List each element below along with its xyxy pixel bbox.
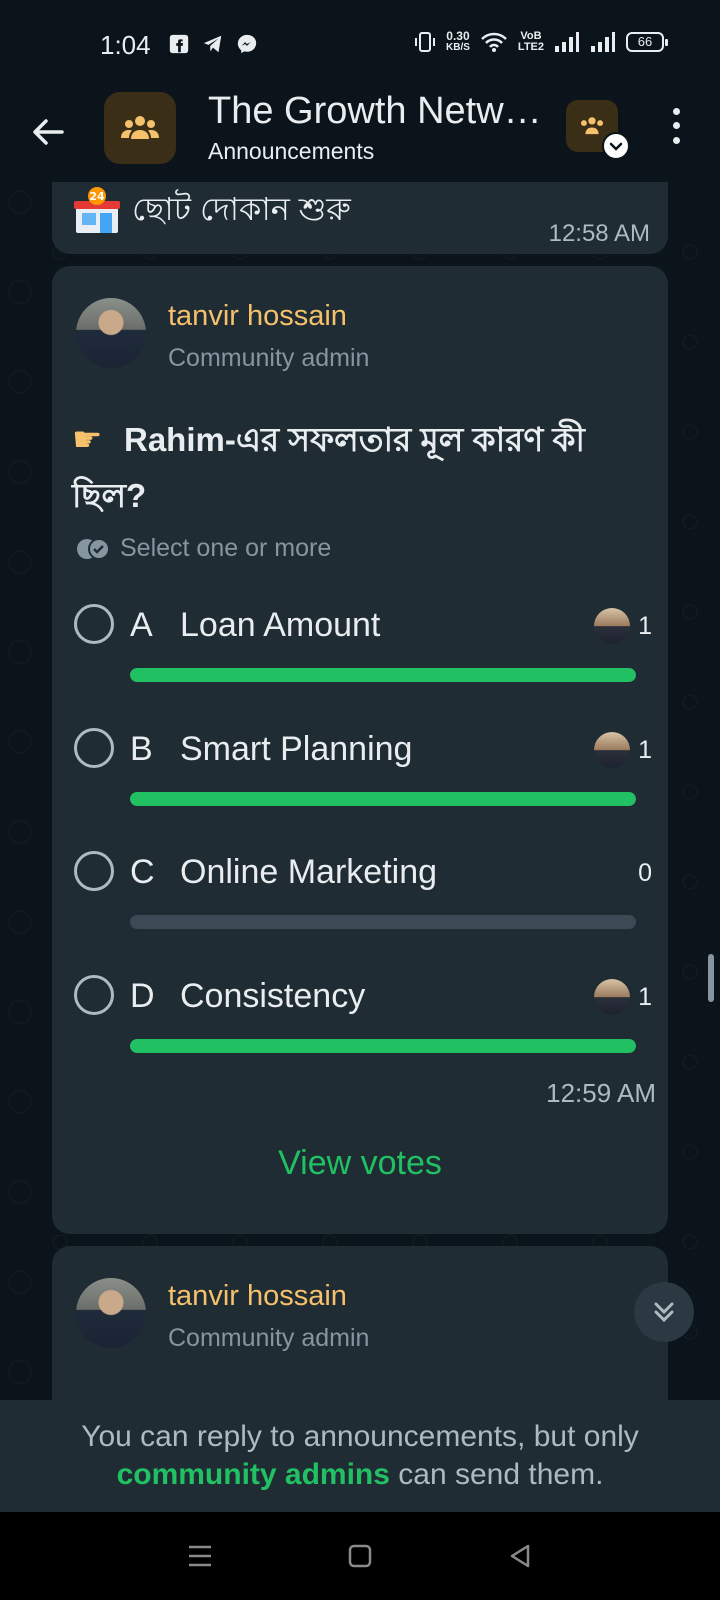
back-nav-button[interactable]: [498, 1534, 542, 1578]
option-label: Consistency: [180, 977, 366, 1015]
community-button[interactable]: [566, 100, 630, 160]
scrollbar-thumb[interactable]: [708, 954, 714, 1002]
battery-indicator: 66: [626, 32, 668, 52]
vote-bar-fill: [130, 668, 636, 682]
group-icon: [121, 116, 159, 139]
more-options-button[interactable]: [664, 104, 688, 148]
radio-button[interactable]: [74, 975, 114, 1015]
volte-indicator: VoB LTE2: [517, 30, 544, 53]
radio-button[interactable]: [74, 851, 114, 891]
poll-option[interactable]: B Smart Planning 1: [74, 728, 654, 828]
more-vert-icon: [672, 107, 680, 115]
status-time: 1:04: [100, 30, 151, 60]
wifi-icon: [481, 32, 507, 52]
option-letter: B: [130, 730, 153, 768]
notice-line-1: You can reply to announcements, but only: [81, 1420, 639, 1453]
signal-icon-2: [591, 32, 615, 52]
option-label: Loan Amount: [180, 606, 381, 644]
vote-bar-fill: [130, 792, 636, 806]
radio-button[interactable]: [74, 728, 114, 768]
option-letter: C: [130, 853, 155, 891]
group-avatar[interactable]: [104, 92, 176, 164]
network-speed: 0.30 KB/S: [446, 29, 470, 53]
sender-role: Community admin: [168, 344, 370, 372]
signal-icon-1: [555, 32, 579, 52]
home-square-icon: [348, 1544, 372, 1568]
message-text: 24 ছোট দোকান শুরু: [72, 184, 351, 238]
poll-question: ☛ Rahim-এর সফলতার মূল কারণ কী ছিল?: [72, 412, 632, 524]
telegram-icon: [203, 35, 222, 53]
menu-lines-icon: [189, 1545, 211, 1567]
community-admins-link[interactable]: community admins: [117, 1458, 390, 1491]
vote-bar-track: [130, 915, 636, 929]
chevron-down-icon: [602, 132, 630, 160]
pointing-hand-icon: ☛: [72, 421, 103, 459]
poll-option[interactable]: D Consistency 1: [74, 975, 654, 1075]
svg-text:24: 24: [89, 190, 105, 203]
vote-bar-track: [130, 668, 636, 682]
poll-hint: Select one or more: [76, 534, 331, 563]
voter-avatar[interactable]: [594, 979, 630, 1015]
back-arrow-icon: [33, 119, 64, 145]
voter-avatar[interactable]: [594, 608, 630, 644]
voter-avatar[interactable]: [594, 732, 630, 768]
chat-header: The Growth Netw… Announcements: [0, 88, 720, 182]
double-chevron-down-icon: [654, 1302, 674, 1323]
back-triangle-icon: [510, 1544, 530, 1568]
vote-bar-fill: [130, 1039, 636, 1053]
message-body: ছোট দোকান শুরু: [132, 191, 351, 227]
vote-count: 1: [638, 983, 652, 1011]
message-list[interactable]: 24 ছোট দোকান শুরু 12:58 AM tanvir hossai…: [0, 182, 720, 1400]
system-indicators: 0.30 KB/S VoB LTE2 66: [414, 29, 668, 54]
view-votes-button[interactable]: View votes: [52, 1144, 668, 1183]
sender-name[interactable]: tanvir hossain: [168, 1280, 347, 1313]
notice-suffix: can send them.: [398, 1458, 604, 1491]
announcement-notice: You can reply to announcements, but only…: [0, 1400, 720, 1512]
radio-button[interactable]: [74, 604, 114, 644]
sender-avatar[interactable]: [76, 1278, 146, 1348]
vote-bar-track: [130, 792, 636, 806]
poll-option[interactable]: C Online Marketing 0: [74, 851, 654, 951]
vote-count: 1: [638, 736, 652, 764]
community-icon: [581, 117, 603, 135]
messenger-icon: [237, 34, 257, 54]
sender-role: Community admin: [168, 1324, 370, 1352]
poll-message-bubble[interactable]: tanvir hossain Community admin ☛ Rahim-এর…: [52, 266, 668, 1234]
chat-title[interactable]: The Growth Netw…: [208, 90, 542, 133]
facebook-icon: [169, 34, 189, 54]
poll-option[interactable]: A Loan Amount 1: [74, 604, 654, 704]
option-label: Smart Planning: [180, 730, 413, 768]
message-bubble[interactable]: 24 ছোট দোকান শুরু 12:58 AM: [52, 182, 668, 254]
system-nav-bar: [0, 1512, 720, 1600]
option-label: Online Marketing: [180, 853, 438, 891]
vote-bar-track: [130, 1039, 636, 1053]
status-bar: 1:04 0.30 KB/S VoB LTE2 66: [0, 0, 720, 88]
notice-line-2: community admins can send them.: [0, 1456, 720, 1494]
convenience-store-emoji-icon: 24: [74, 187, 120, 233]
recents-button[interactable]: [178, 1534, 222, 1578]
vote-count: 0: [638, 859, 652, 887]
option-letter: A: [130, 606, 153, 644]
back-button[interactable]: [26, 110, 70, 154]
message-time: 12:59 AM: [546, 1078, 656, 1108]
sender-name[interactable]: tanvir hossain: [168, 300, 347, 333]
message-bubble[interactable]: tanvir hossain Community admin: [52, 1246, 668, 1400]
double-check-icon: [77, 537, 110, 560]
message-time: 12:58 AM: [548, 220, 650, 247]
home-button[interactable]: [338, 1534, 382, 1578]
chat-subtitle[interactable]: Announcements: [208, 138, 374, 165]
sender-avatar[interactable]: [76, 298, 146, 368]
option-letter: D: [130, 977, 155, 1015]
vibrate-icon: [415, 32, 436, 52]
vote-count: 1: [638, 612, 652, 640]
scroll-to-bottom-button[interactable]: [634, 1282, 694, 1342]
notification-icons: [168, 33, 258, 55]
